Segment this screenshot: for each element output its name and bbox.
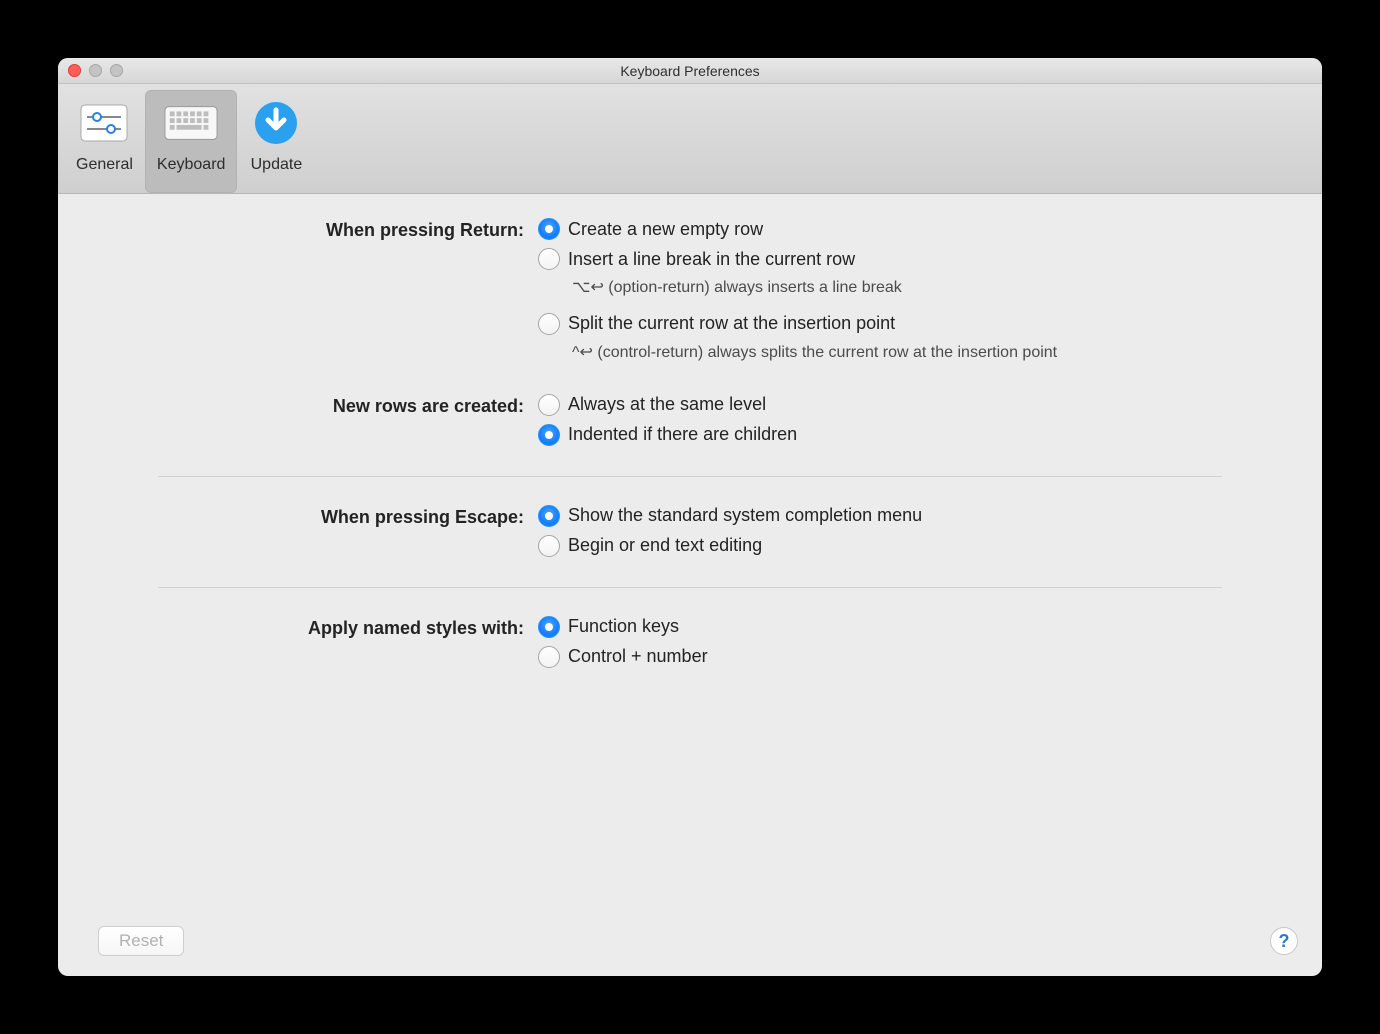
content-area: When pressing Return: Create a new empty… xyxy=(58,194,1322,916)
label-new-rows: New rows are created: xyxy=(158,394,538,417)
radio-styles-control-number[interactable]: Control + number xyxy=(538,646,1222,668)
close-window-button[interactable] xyxy=(68,64,81,77)
radio-label: Always at the same level xyxy=(568,394,766,415)
radio-icon xyxy=(538,646,560,668)
radio-icon xyxy=(538,313,560,335)
radio-newrows-same-level[interactable]: Always at the same level xyxy=(538,394,1222,416)
radio-label: Insert a line break in the current row xyxy=(568,249,855,270)
tool-label: Update xyxy=(251,156,303,174)
reset-button[interactable]: Reset xyxy=(98,926,184,956)
zoom-window-button[interactable] xyxy=(110,64,123,77)
radio-label: Control + number xyxy=(568,646,708,667)
radio-icon xyxy=(538,616,560,638)
titlebar: Keyboard Preferences xyxy=(58,58,1322,84)
radio-return-line-break[interactable]: Insert a line break in the current row xyxy=(538,248,1222,270)
divider xyxy=(158,476,1222,477)
tool-general[interactable]: General xyxy=(64,90,145,193)
download-arrow-icon xyxy=(249,96,303,150)
radio-return-split-row[interactable]: Split the current row at the insertion p… xyxy=(538,313,1222,335)
radio-label: Split the current row at the insertion p… xyxy=(568,313,895,334)
tool-keyboard[interactable]: Keyboard xyxy=(145,90,238,193)
tool-update[interactable]: Update xyxy=(237,90,315,193)
traffic-lights xyxy=(68,64,123,77)
window-title: Keyboard Preferences xyxy=(58,58,1322,84)
radio-styles-function-keys[interactable]: Function keys xyxy=(538,616,1222,638)
minimize-window-button[interactable] xyxy=(89,64,102,77)
sliders-icon xyxy=(77,96,131,150)
label-return: When pressing Return: xyxy=(158,218,538,241)
radio-label: Show the standard system completion menu xyxy=(568,505,922,526)
tool-label: General xyxy=(76,156,133,174)
radio-newrows-indented[interactable]: Indented if there are children xyxy=(538,424,1222,446)
hint-option-return: ⌥↩ (option-return) always inserts a line… xyxy=(572,278,1132,299)
radio-icon xyxy=(538,424,560,446)
label-named-styles: Apply named styles with: xyxy=(158,616,538,639)
bottom-bar: Reset ? xyxy=(58,916,1322,976)
radio-icon xyxy=(538,535,560,557)
radio-label: Function keys xyxy=(568,616,679,637)
preferences-window: Keyboard Preferences General xyxy=(58,58,1322,976)
radio-return-new-row[interactable]: Create a new empty row xyxy=(538,218,1222,240)
radio-escape-completion-menu[interactable]: Show the standard system completion menu xyxy=(538,505,1222,527)
radio-label: Begin or end text editing xyxy=(568,535,762,556)
divider xyxy=(158,587,1222,588)
help-button[interactable]: ? xyxy=(1270,927,1298,955)
toolbar: General Keyboard xyxy=(58,84,1322,194)
radio-icon xyxy=(538,248,560,270)
radio-icon xyxy=(538,394,560,416)
radio-icon xyxy=(538,505,560,527)
label-escape: When pressing Escape: xyxy=(158,505,538,528)
keyboard-icon xyxy=(164,96,218,150)
radio-icon xyxy=(538,218,560,240)
hint-control-return: ^↩ (control-return) always splits the cu… xyxy=(572,343,1132,364)
radio-escape-text-editing[interactable]: Begin or end text editing xyxy=(538,535,1222,557)
radio-label: Indented if there are children xyxy=(568,424,797,445)
radio-label: Create a new empty row xyxy=(568,219,763,240)
tool-label: Keyboard xyxy=(157,156,226,174)
